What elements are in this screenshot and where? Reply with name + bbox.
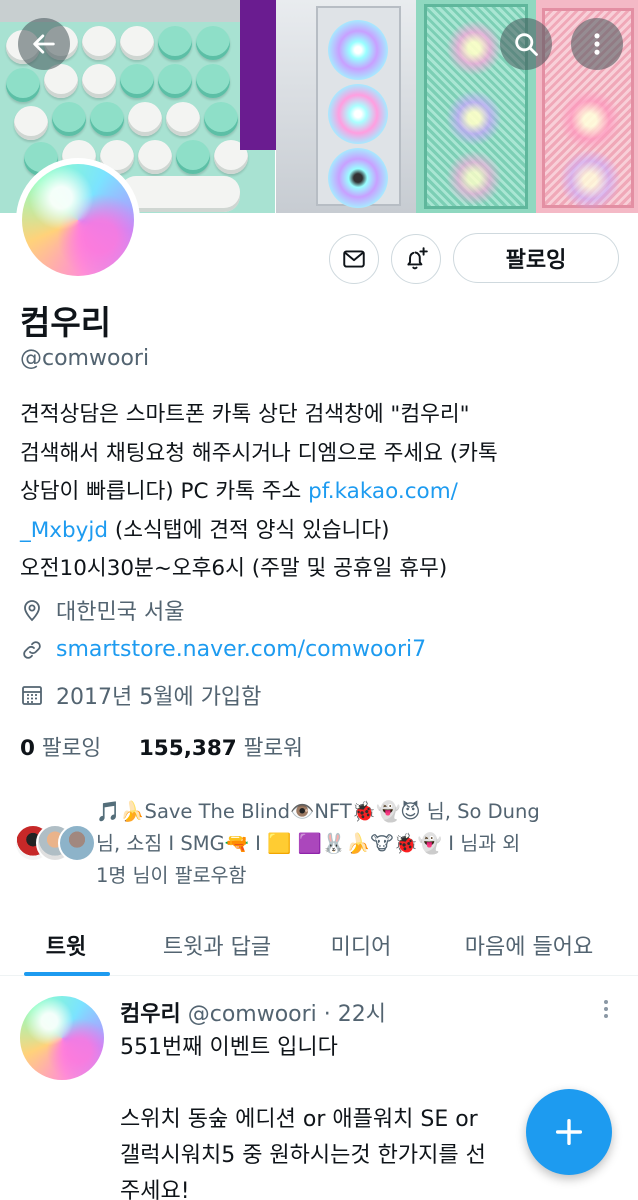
profile-joined: 2017년 5월에 가입함 — [20, 679, 261, 711]
profile-stats: 0 팔로잉 155,387 팔로워 — [20, 731, 303, 762]
tab-likes-label: 마음에 들어요 — [464, 935, 594, 960]
bio-line-3: 상담이 빠릅니다) PC 카톡 주소 — [20, 479, 309, 504]
following-stat[interactable]: 0 팔로잉 — [20, 736, 101, 761]
profile-handle: @comwoori — [20, 346, 150, 371]
followers-avatars — [14, 824, 96, 864]
tab-tweets-label: 트윗 — [45, 935, 87, 960]
message-button[interactable] — [329, 234, 379, 284]
following-count: 0 — [20, 736, 35, 761]
profile-bio: 견적상담은 스마트폰 카톡 상단 검색창에 "컴우리" 검색해서 채팅요청 해주… — [20, 396, 620, 589]
banner-purple-strip — [240, 0, 278, 150]
banner-pc-case-white — [276, 0, 416, 213]
avatar-image — [22, 164, 134, 276]
bell-plus-icon — [407, 247, 428, 270]
following-button[interactable]: 팔로잉 — [453, 233, 619, 283]
tweet-separator: · — [323, 1002, 331, 1027]
followers-stat[interactable]: 155,387 팔로워 — [139, 736, 303, 761]
following-label: 팔로잉 — [41, 736, 102, 761]
profile-tabs: 트윗 트윗과 답글 미디어 마음에 들어요 — [0, 914, 638, 976]
bio-line-2: 검색해서 채팅요청 해주시거나 디엠으로 주세요 (카톡 — [20, 440, 498, 466]
calendar-icon — [22, 686, 42, 705]
followers-label: 팔로워 — [243, 736, 303, 761]
tab-media[interactable]: 미디어 — [302, 914, 420, 976]
plus-icon — [555, 1118, 583, 1146]
bio-line-5: 오전10시30분~오후6시 (주말 및 공휴일 휴무) — [20, 556, 448, 581]
tab-tweets-replies[interactable]: 트윗과 답글 — [132, 914, 302, 976]
back-arrow-icon — [33, 34, 55, 54]
bio-kakao-link-part1[interactable]: pf.kakao.com/ — [308, 479, 458, 504]
bio-line-4: (소식탭에 견적 양식 있습니다) — [108, 517, 390, 543]
bio-line-1: 견적상담은 스마트폰 카톡 상단 검색창에 "컴우리" — [20, 402, 470, 427]
followers-you-know[interactable]: 🎵🍌Save The Blind👁️NFT🐞👻😈 님, So Dung 님, 소… — [14, 796, 624, 892]
tweet-author-name[interactable]: 컴우리 — [120, 1002, 181, 1027]
envelope-icon — [343, 250, 365, 268]
website-link[interactable]: smartstore.naver.com/comwoori7 — [56, 637, 426, 662]
joined-text: 2017년 5월에 가입함 — [56, 685, 262, 710]
search-button[interactable] — [500, 18, 552, 70]
location-pin-icon — [24, 600, 40, 622]
tweet-author-avatar[interactable] — [20, 996, 104, 1080]
more-options-button[interactable] — [571, 18, 623, 70]
follower-avatar-3 — [58, 824, 96, 862]
tab-tweets[interactable]: 트윗 — [0, 914, 132, 976]
tab-media-label: 미디어 — [330, 935, 392, 960]
bio-kakao-link-part2[interactable]: _Mxbyjd — [20, 518, 108, 543]
tab-likes[interactable]: 마음에 들어요 — [420, 914, 638, 976]
followers-you-know-text: 🎵🍌Save The Blind👁️NFT🐞👻😈 님, So Dung 님, 소… — [96, 796, 540, 892]
tab-tweets-replies-label: 트윗과 답글 — [162, 935, 272, 960]
tweet-time[interactable]: 22시 — [338, 1002, 386, 1027]
link-icon — [23, 640, 41, 659]
followers-count: 155,387 — [138, 736, 237, 761]
fyk-line-2: 님, 소짐 I SMG🔫 I 🟨 🟪🐰🍌🐮🐞👻 I 님과 외 — [96, 832, 521, 855]
location-text: 대한민국 서울 — [56, 600, 185, 625]
search-icon — [515, 33, 538, 56]
back-button[interactable] — [18, 18, 70, 70]
tab-active-indicator — [24, 972, 110, 976]
more-vertical-icon — [594, 33, 600, 55]
notify-button[interactable] — [391, 234, 441, 284]
profile-location: 대한민국 서울 — [20, 594, 184, 626]
profile-name: 컴우리 — [20, 303, 112, 342]
tweet-more-icon[interactable] — [596, 996, 616, 1024]
tweet-header: 컴우리 @comwoori · 22시 — [120, 996, 386, 1028]
tweet-author-handle[interactable]: @comwoori — [188, 1002, 317, 1027]
compose-tweet-button[interactable] — [526, 1089, 612, 1175]
fyk-line-1: 🎵🍌Save The Blind👁️NFT🐞👻😈 님, So Dung — [96, 800, 540, 823]
profile-avatar[interactable] — [16, 158, 140, 282]
profile-website[interactable]: smartstore.naver.com/comwoori7 — [20, 637, 426, 662]
fyk-line-3: 1명 님이 팔로우함 — [96, 864, 247, 887]
